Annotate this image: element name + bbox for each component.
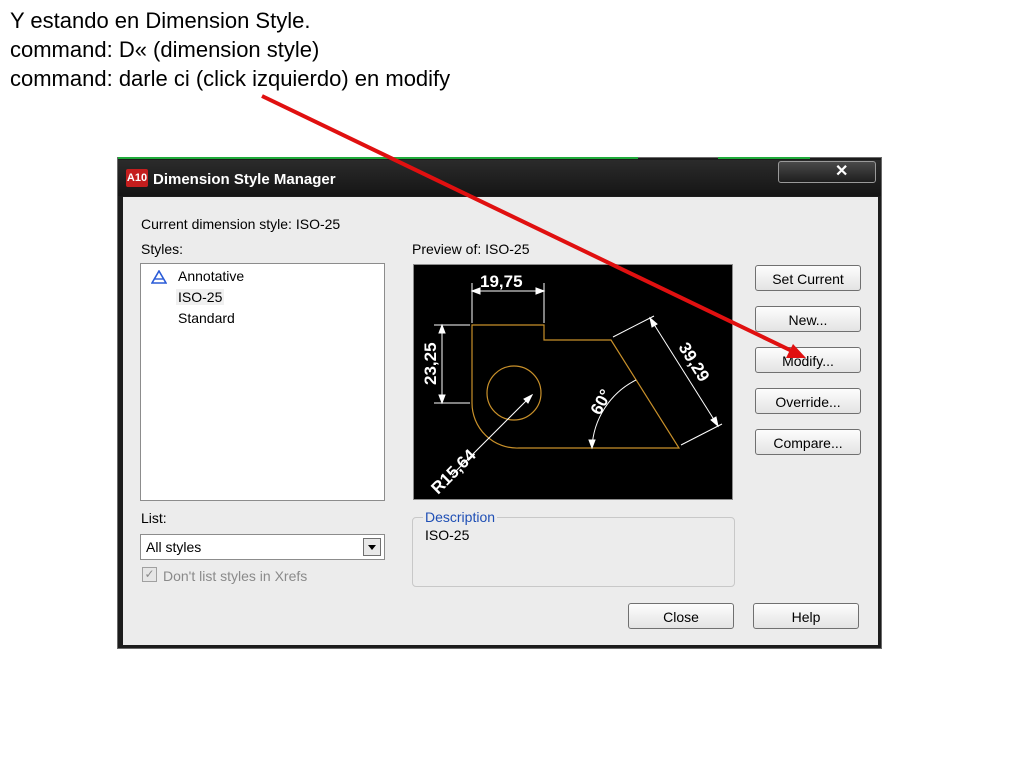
xrefs-checkbox-label: Don't list styles in Xrefs (163, 568, 308, 584)
chevron-down-icon[interactable] (363, 538, 381, 556)
list-filter-value: All styles (146, 539, 202, 555)
preview-dim-aligned: 39,29 (675, 339, 714, 385)
preview-drawing: 19,75 23,25 39,29 60° R15,64 (421, 272, 723, 498)
override-button[interactable]: Override... (755, 388, 861, 414)
styles-listbox[interactable]: Annotative ISO-25 Standard (140, 263, 385, 501)
description-value: ISO-25 (425, 527, 470, 543)
preview-label: Preview of: ISO-25 (412, 241, 530, 257)
set-current-button[interactable]: Set Current (755, 265, 861, 291)
dialog-title: Dimension Style Manager (153, 171, 336, 188)
close-icon: ✕ (835, 163, 849, 180)
caption-line-3: command: darle ci (click izquierdo) en m… (10, 66, 451, 91)
preview-geometry (471, 324, 681, 449)
help-button[interactable]: Help (753, 603, 859, 629)
list-label: List: (141, 510, 167, 526)
description-legend: Description (423, 509, 498, 525)
instruction-caption: Y estando en Dimension Style. command: D… (10, 6, 450, 93)
background-window-edge (718, 157, 810, 159)
styles-label: Styles: (141, 241, 184, 257)
xrefs-checkbox[interactable]: ✓ (142, 567, 157, 582)
compare-button[interactable]: Compare... (755, 429, 861, 455)
list-filter-select[interactable]: All styles (140, 534, 385, 560)
background-window-edge (118, 157, 638, 159)
style-item-standard[interactable]: Standard (178, 310, 235, 326)
current-style-label: Current dimension style: ISO-25 (141, 216, 341, 232)
preview-dim-horizontal: 19,75 (480, 272, 523, 291)
style-item-iso-25[interactable]: ISO-25 (176, 289, 225, 305)
caption-line-2: command: D« (dimension style) (10, 37, 320, 62)
preview-dimensions (434, 283, 723, 476)
dimension-preview: 19,75 23,25 39,29 60° R15,64 (413, 264, 733, 500)
annotative-icon (151, 270, 167, 284)
close-button[interactable]: Close (628, 603, 734, 629)
caption-line-1: Y estando en Dimension Style. (10, 8, 311, 33)
modify-button[interactable]: Modify... (755, 347, 861, 373)
preview-dim-angle: 60° (587, 386, 616, 418)
autocad-app-icon: A10 (126, 169, 148, 187)
style-item-annotative[interactable]: Annotative (178, 268, 244, 284)
preview-dim-vertical: 23,25 (421, 342, 440, 385)
dialog-close-button[interactable]: ✕ (778, 161, 876, 183)
new-button[interactable]: New... (755, 306, 861, 332)
preview-dim-radius: R15,64 (427, 445, 480, 498)
